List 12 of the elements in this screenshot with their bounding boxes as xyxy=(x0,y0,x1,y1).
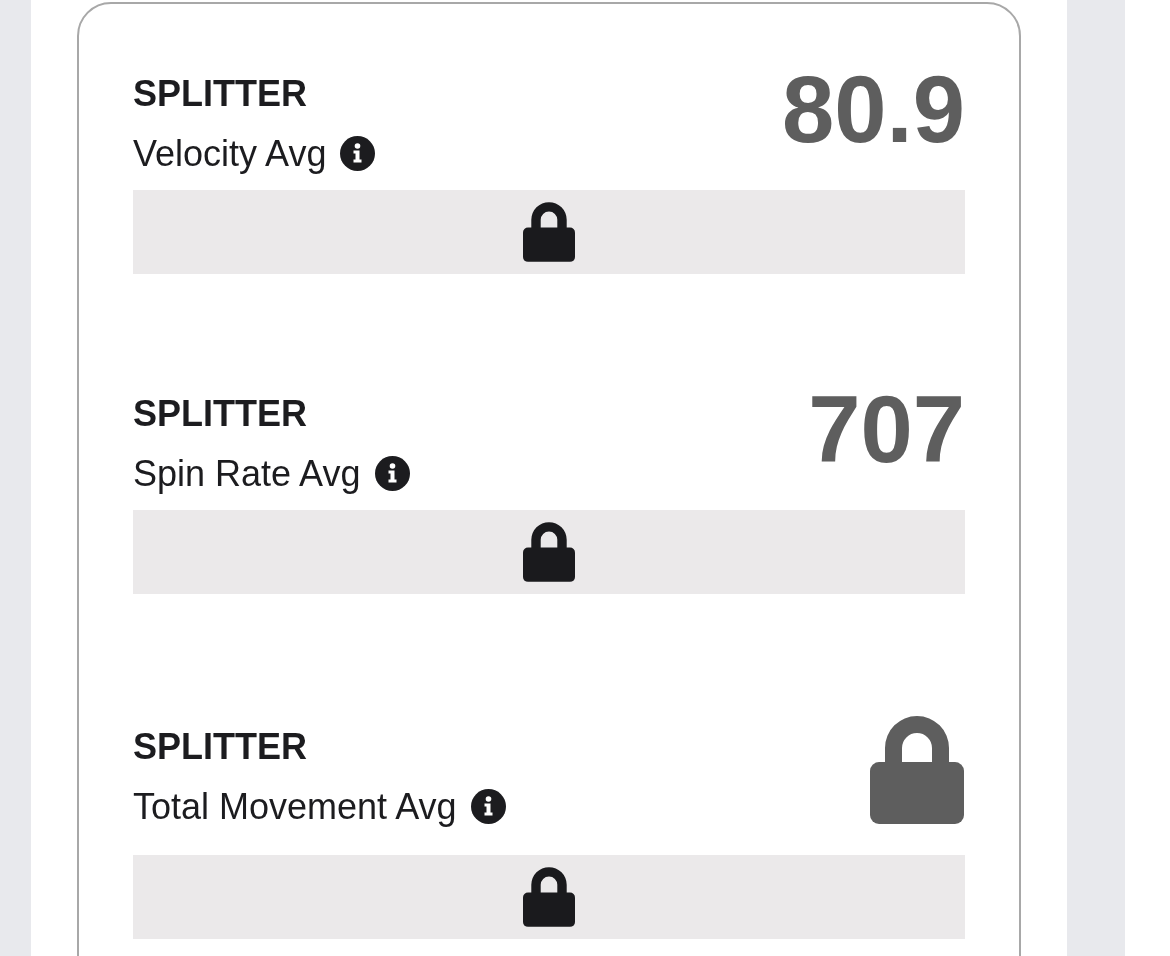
metric-label: Spin Rate Avg xyxy=(133,452,361,495)
pitch-type-label: SPLITTER xyxy=(133,72,307,115)
info-icon[interactable] xyxy=(374,456,410,491)
pitch-type-label: SPLITTER xyxy=(133,392,307,435)
info-icon[interactable] xyxy=(340,136,376,171)
metric-value: 80.9 xyxy=(782,63,965,157)
metric-value: 707 xyxy=(808,383,965,477)
metric-label: Velocity Avg xyxy=(133,132,327,175)
pitch-type-label: SPLITTER xyxy=(133,724,307,768)
info-icon[interactable] xyxy=(470,788,506,824)
metric-label: Total Movement Avg xyxy=(133,784,457,828)
lock-icon xyxy=(870,716,964,824)
